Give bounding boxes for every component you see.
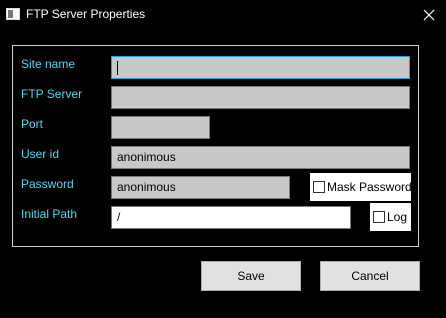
user-id-input[interactable]: anonimous bbox=[111, 146, 410, 169]
title-bar: FTP Server Properties bbox=[0, 0, 446, 30]
password-label: Password bbox=[21, 177, 74, 191]
text-caret bbox=[117, 61, 118, 75]
window-title: FTP Server Properties bbox=[26, 7, 146, 21]
mask-password-box[interactable] bbox=[313, 181, 325, 193]
cancel-button[interactable]: Cancel bbox=[320, 261, 420, 291]
password-value: anonimous bbox=[117, 180, 176, 194]
user-id-label: User id bbox=[21, 147, 60, 161]
window-icon bbox=[6, 8, 20, 20]
initial-path-value: / bbox=[117, 210, 121, 224]
log-checkbox[interactable]: Log bbox=[370, 203, 411, 231]
initial-path-label: Initial Path bbox=[21, 207, 78, 221]
log-label: Log bbox=[387, 210, 408, 224]
ftp-server-input[interactable] bbox=[111, 86, 410, 109]
ftp-server-label: FTP Server bbox=[21, 87, 83, 101]
site-name-label: Site name bbox=[21, 57, 76, 71]
initial-path-input[interactable]: / bbox=[111, 206, 351, 229]
log-box[interactable] bbox=[373, 211, 385, 223]
mask-password-checkbox[interactable]: Mask Password bbox=[310, 173, 411, 201]
close-button[interactable] bbox=[412, 0, 446, 30]
save-button[interactable]: Save bbox=[201, 261, 301, 291]
site-name-input[interactable] bbox=[111, 56, 410, 79]
port-input[interactable] bbox=[111, 116, 210, 139]
mask-password-label: Mask Password bbox=[327, 180, 411, 194]
user-id-value: anonimous bbox=[117, 150, 176, 164]
password-input[interactable]: anonimous bbox=[111, 176, 290, 199]
port-label: Port bbox=[21, 117, 44, 131]
close-icon bbox=[423, 9, 435, 21]
